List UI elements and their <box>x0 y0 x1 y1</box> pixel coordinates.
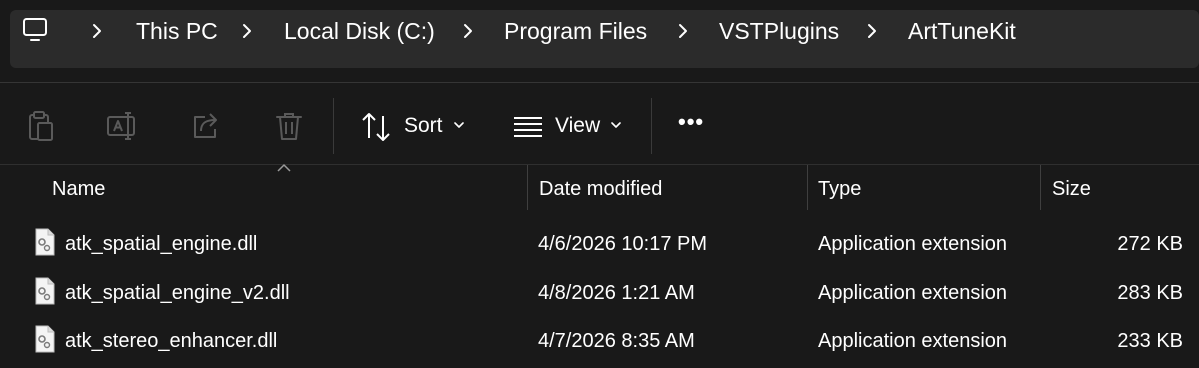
file-name: atk_stereo_enhancer.dll <box>65 330 278 352</box>
file-name: atk_spatial_engine.dll <box>65 233 258 255</box>
share-icon[interactable] <box>189 109 223 143</box>
view-chevron-down-icon[interactable] <box>610 120 622 130</box>
sort-chevron-down-icon[interactable] <box>453 120 465 130</box>
breadcrumb-arttunekit[interactable]: ArtTuneKit <box>908 17 1016 45</box>
file-name: atk_spatial_engine_v2.dll <box>65 282 290 304</box>
file-size: 233 KB <box>1117 330 1183 352</box>
column-header-name[interactable]: Name <box>52 176 105 202</box>
more-options-button[interactable]: ••• <box>678 109 704 135</box>
toolbar-separator <box>651 98 652 154</box>
rename-icon[interactable] <box>106 109 140 143</box>
breadcrumb-chevron-icon[interactable] <box>90 22 104 40</box>
toolbar-divider <box>0 82 1199 83</box>
dll-file-icon <box>35 325 55 353</box>
breadcrumb-this-pc[interactable]: This PC <box>136 17 218 45</box>
column-separator[interactable] <box>1040 165 1041 210</box>
breadcrumb-program-files[interactable]: Program Files <box>504 17 647 45</box>
file-explorer-window: This PC Local Disk (C:) Program Files VS… <box>0 0 1199 368</box>
file-size: 272 KB <box>1117 233 1183 255</box>
column-separator[interactable] <box>807 165 808 210</box>
toolbar-separator <box>333 98 334 154</box>
sort-button[interactable]: Sort <box>404 113 443 139</box>
header-divider <box>0 164 1199 165</box>
file-type: Application extension <box>818 330 1008 352</box>
breadcrumb-chevron-icon[interactable] <box>676 22 690 40</box>
file-date-modified: 4/6/2026 10:17 PM <box>538 233 708 255</box>
delete-icon[interactable] <box>272 109 306 143</box>
breadcrumb-chevron-icon[interactable] <box>240 22 254 40</box>
file-size: 283 KB <box>1117 282 1183 304</box>
dll-file-icon <box>35 277 55 305</box>
breadcrumb-vstplugins[interactable]: VSTPlugins <box>719 17 839 45</box>
breadcrumb-chevron-icon[interactable] <box>461 22 475 40</box>
breadcrumb-chevron-icon[interactable] <box>865 22 879 40</box>
column-header-date-modified[interactable]: Date modified <box>539 176 662 202</box>
file-row[interactable]: atk_stereo_enhancer.dll 4/7/2026 8:35 AM… <box>0 317 1199 365</box>
file-date-modified: 4/8/2026 1:21 AM <box>538 282 695 304</box>
this-pc-icon[interactable] <box>21 16 49 44</box>
file-row[interactable]: atk_spatial_engine_v2.dll 4/8/2026 1:21 … <box>0 269 1199 317</box>
dll-file-icon <box>35 228 55 256</box>
column-separator[interactable] <box>527 165 528 210</box>
sort-icon[interactable] <box>360 110 394 144</box>
sort-ascending-indicator-icon <box>277 164 291 172</box>
column-header-size[interactable]: Size <box>1052 176 1091 202</box>
file-date-modified: 4/7/2026 8:35 AM <box>538 330 695 352</box>
file-type: Application extension <box>818 233 1008 255</box>
paste-icon[interactable] <box>23 109 57 143</box>
file-row[interactable]: atk_spatial_engine.dll 4/6/2026 10:17 PM… <box>0 220 1199 268</box>
view-button[interactable]: View <box>555 113 600 139</box>
view-icon[interactable] <box>512 111 546 145</box>
column-header-type[interactable]: Type <box>818 176 861 202</box>
breadcrumb-local-disk[interactable]: Local Disk (C:) <box>284 17 435 45</box>
file-type: Application extension <box>818 282 1008 304</box>
